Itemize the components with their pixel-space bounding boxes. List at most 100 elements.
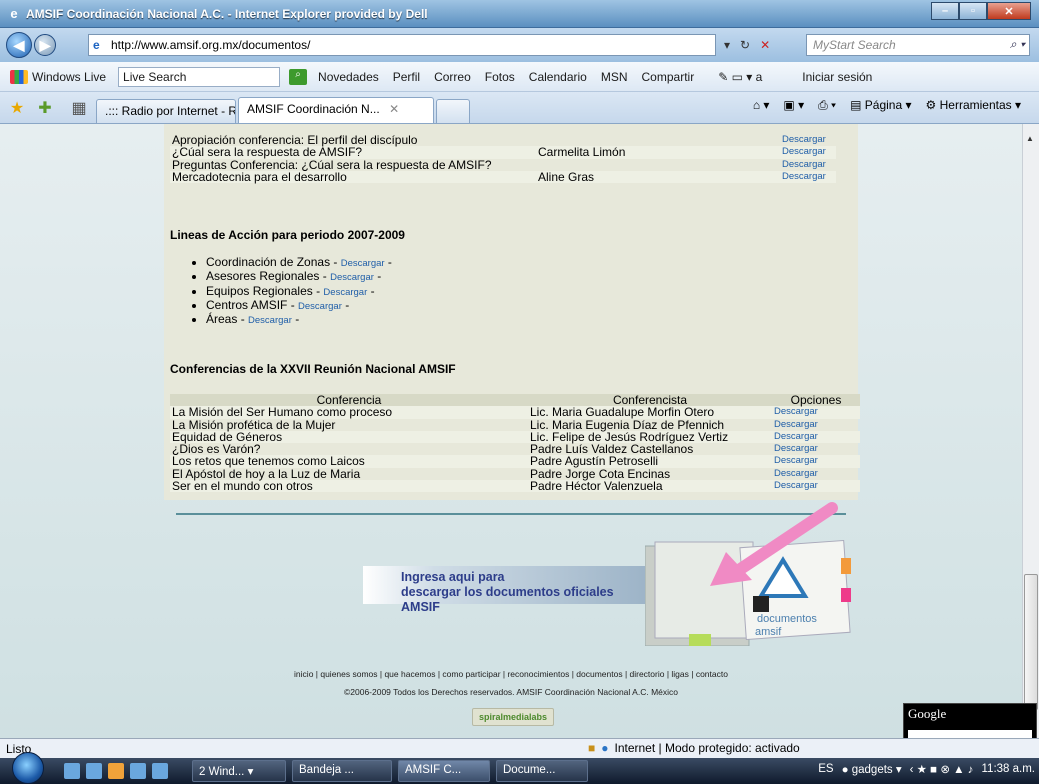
spiralmedialabs-badge[interactable]: spiralmedialabs [472, 708, 554, 726]
download-link[interactable]: Descargar [772, 480, 860, 493]
list-item: Equipos Regionales - Descargar - [206, 283, 392, 299]
start-button[interactable] [12, 752, 44, 784]
stop-icon[interactable]: ✕ [760, 38, 770, 52]
link-fotos[interactable]: Fotos [485, 70, 515, 84]
link-novedades[interactable]: Novedades [318, 70, 379, 84]
banner-line2: descargar los documentos oficiales AMSIF [401, 585, 614, 614]
download-link[interactable]: Descargar [780, 146, 836, 159]
download-link[interactable]: Descargar [772, 443, 860, 455]
lock-icon: ■ [588, 741, 596, 755]
vertical-scrollbar[interactable]: ▲ ▼ [1022, 124, 1039, 738]
download-link[interactable]: Descargar [772, 430, 860, 444]
back-button[interactable]: ◀ [6, 32, 32, 58]
gadgets-toolbar[interactable]: ● gadgets ▾ [842, 762, 902, 776]
window-title: AMSIF Coordinación Nacional A.C. - Inter… [26, 6, 428, 21]
item-label: Equipos Regionales [206, 283, 313, 298]
item-label: Coordinación de Zonas [206, 255, 331, 269]
close-tab-icon[interactable]: ✕ [389, 102, 399, 116]
page-content: Apropiación conferencia: El perfil del d… [0, 124, 1022, 738]
add-favorites-icon[interactable]: ✚ [34, 98, 56, 120]
download-link[interactable]: Descargar [772, 468, 860, 480]
doc-title: ¿Cúal sera la respuesta de AMSIF? [170, 146, 536, 159]
feeds-icon[interactable]: ▣ ▾ [783, 98, 804, 113]
ie-icon: e [10, 6, 18, 21]
tray-icons[interactable]: ‹ ★ ■ ⊗ ▲ ♪ [910, 762, 974, 776]
globe-icon: ● [601, 741, 609, 755]
link-compartir[interactable]: Compartir [642, 70, 695, 84]
show-desktop-icon[interactable] [64, 763, 80, 779]
search-input[interactable]: MyStart Search ⌕ ▾ [806, 34, 1030, 56]
taskbar-button-amsif[interactable]: AMSIF C... [398, 760, 490, 782]
ie-quick-icon[interactable] [86, 763, 102, 779]
download-link[interactable]: Descargar [780, 170, 836, 184]
quick-tabs-icon[interactable]: ▦ [68, 98, 90, 120]
home-icon[interactable]: ⌂ ▾ [753, 98, 770, 113]
minimize-button[interactable]: – [931, 2, 959, 20]
link-msn[interactable]: MSN [601, 70, 628, 84]
tools-menu-label: Herramientas [939, 98, 1012, 112]
taskbar-button-bandeja[interactable]: Bandeja ... [292, 760, 392, 782]
taskbar-button-windows[interactable]: 2 Wind... ▾ [192, 760, 286, 782]
media-player-icon[interactable] [152, 763, 168, 779]
new-tab-button[interactable] [436, 99, 470, 123]
language-indicator[interactable]: ES [818, 763, 833, 775]
link-perfil[interactable]: Perfil [393, 70, 420, 84]
download-link[interactable]: Descargar [330, 272, 374, 283]
download-link[interactable]: Descargar [780, 134, 836, 146]
download-link[interactable]: Descargar [298, 301, 342, 312]
tab-radio[interactable]: .::: Radio por Internet - Red... [96, 99, 236, 123]
live-search-input[interactable]: Live Search ⌕ [118, 66, 308, 87]
scroll-thumb[interactable] [1024, 574, 1038, 710]
outlook-quick-icon[interactable] [108, 763, 124, 779]
address-field[interactable]: e http://www.amsif.org.mx/documentos/ [88, 34, 716, 56]
doc-speaker: Carmelita Limón [536, 146, 780, 159]
table-row: La Misión del Ser Humano como proceso Lic… [170, 406, 860, 419]
download-link[interactable]: Descargar [772, 406, 860, 419]
download-link[interactable]: Descargar [772, 419, 860, 431]
taskbar-button-documents[interactable]: Docume... [496, 760, 588, 782]
address-url: http://www.amsif.org.mx/documentos/ [111, 38, 311, 52]
gadgets-label: gadgets [851, 764, 893, 776]
print-icon[interactable]: ⎙ ▾ [818, 98, 836, 113]
lineas-list: Coordinación de Zonas - Descargar - Ases… [206, 256, 392, 327]
close-button[interactable]: ✕ [987, 2, 1031, 20]
dropdown-icon[interactable]: ▾ [724, 38, 730, 52]
scroll-up-icon[interactable]: ▲ [1026, 134, 1034, 143]
tabs-bar: ★ ✚ ▦ .::: Radio por Internet - Red... A… [0, 92, 1039, 124]
download-link[interactable]: Descargar [323, 287, 367, 298]
signin-link[interactable]: Iniciar sesión [802, 70, 872, 84]
link-correo[interactable]: Correo [434, 70, 471, 84]
security-zone[interactable]: ■ ● Internet | Modo protegido: activado [588, 741, 800, 755]
download-link[interactable]: Descargar [341, 258, 385, 269]
forward-button[interactable]: ▶ [34, 34, 56, 56]
command-bar: ⌂ ▾ ▣ ▾ ⎙ ▾ ▤ Página ▾ ⚙ Herramientas ▾ [753, 98, 1021, 113]
live-search-go-icon[interactable]: ⌕ [289, 68, 308, 85]
download-link[interactable]: Descargar [772, 455, 860, 468]
toolbar-icons[interactable]: ✎ ▭ ▾ a [718, 70, 762, 84]
refresh-icon[interactable]: ↻ [740, 38, 750, 52]
windows-live-toolbar: Windows Live Live Search ⌕ Novedades Per… [0, 62, 1039, 92]
footer-nav[interactable]: inicio | quienes somos | que hacemos | c… [0, 669, 1022, 679]
table-row: Mercadotecnia para el desarrollo Aline Gr… [170, 171, 836, 183]
tools-menu[interactable]: ⚙ Herramientas ▾ [926, 98, 1021, 113]
documents-banner-link[interactable]: Ingresa aqui para descargar los document… [363, 566, 650, 614]
tab-amsif[interactable]: AMSIF Coordinación N... ✕ [238, 97, 434, 123]
maximize-button[interactable]: ▫ [959, 2, 987, 20]
download-link[interactable]: Descargar [248, 315, 292, 326]
search-icon[interactable]: ⌕ ▾ [1010, 37, 1025, 52]
list-item: Asesores Regionales - Descargar - [206, 270, 392, 284]
link-calendario[interactable]: Calendario [529, 70, 587, 84]
tab-label: AMSIF Coordinación N... [247, 102, 380, 116]
page-menu[interactable]: ▤ Página ▾ [850, 98, 911, 113]
windows-live-icon [10, 69, 28, 84]
switch-windows-icon[interactable] [130, 763, 146, 779]
documents-panel: Apropiación conferencia: El perfil del d… [164, 124, 860, 500]
download-link[interactable]: Descargar [780, 159, 836, 171]
credit-text: spiralmedialabs [478, 712, 548, 722]
favorites-star-icon[interactable]: ★ [6, 98, 28, 120]
address-toolbar: ◀ ▶ e http://www.amsif.org.mx/documentos… [0, 28, 1039, 62]
clock[interactable]: 11:38 a.m. [982, 763, 1036, 775]
windows-live-brand[interactable]: Windows Live [32, 70, 106, 84]
banner-line1: Ingresa aqui para [401, 570, 505, 584]
taskbar-label: 2 Wind... [199, 766, 245, 778]
